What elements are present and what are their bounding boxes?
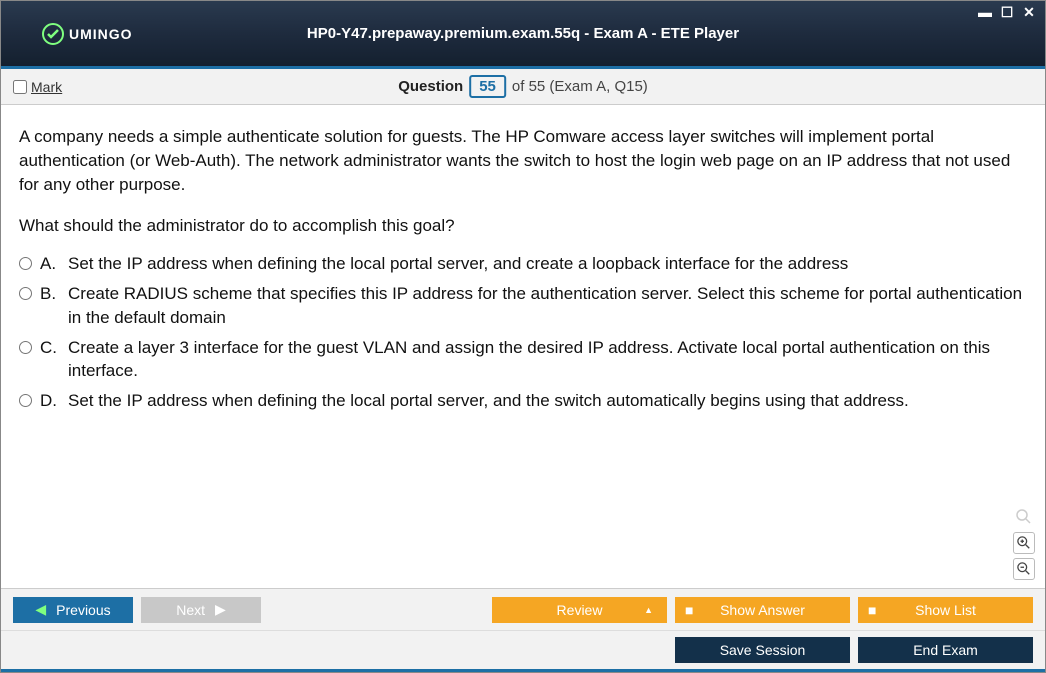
option-d-radio[interactable] xyxy=(19,394,32,407)
triangle-up-icon: ▲ xyxy=(644,605,653,615)
logo-check-icon xyxy=(41,22,65,46)
next-button[interactable]: Next▶ xyxy=(141,597,261,623)
option-a-radio[interactable] xyxy=(19,257,32,270)
review-button[interactable]: Review▲ xyxy=(492,597,667,623)
logo-text: UMINGO xyxy=(69,26,133,42)
show-list-button[interactable]: ■Show List xyxy=(858,597,1033,623)
mark-checkbox[interactable]: Mark xyxy=(13,79,62,95)
question-indicator: Question 55 of 55 (Exam A, Q15) xyxy=(398,75,648,98)
toolbar: Mark Question 55 of 55 (Exam A, Q15) xyxy=(1,69,1045,105)
zoom-out-icon[interactable] xyxy=(1013,558,1035,580)
chevron-right-icon: ▶ xyxy=(215,601,226,618)
options-list: A.Set the IP address when defining the l… xyxy=(19,252,1027,413)
option-a[interactable]: A.Set the IP address when defining the l… xyxy=(19,252,1027,276)
mark-label-underline: M xyxy=(31,79,43,95)
mark-label-rest: ark xyxy=(43,79,62,95)
mark-checkbox-input[interactable] xyxy=(13,80,27,94)
content-area: A company needs a simple authenticate so… xyxy=(1,105,1045,588)
previous-button[interactable]: ◀Previous xyxy=(13,597,133,623)
footer-session: Save Session End Exam xyxy=(1,630,1045,672)
option-c[interactable]: C.Create a layer 3 interface for the gue… xyxy=(19,336,1027,384)
question-number-box: 55 xyxy=(469,75,506,98)
window-controls: ▬ ☐ ✕ xyxy=(977,5,1037,19)
question-word: Question xyxy=(398,78,463,95)
maximize-icon[interactable]: ☐ xyxy=(999,5,1015,19)
save-session-button[interactable]: Save Session xyxy=(675,637,850,663)
square-icon: ■ xyxy=(685,602,693,618)
option-b[interactable]: B.Create RADIUS scheme that specifies th… xyxy=(19,282,1027,330)
option-c-radio[interactable] xyxy=(19,341,32,354)
option-b-radio[interactable] xyxy=(19,287,32,300)
window-title: HP0-Y47.prepaway.premium.exam.55q - Exam… xyxy=(307,25,739,42)
question-text: What should the administrator do to acco… xyxy=(19,214,1027,238)
logo: UMINGO xyxy=(41,22,133,46)
question-total: of 55 (Exam A, Q15) xyxy=(512,78,648,95)
question-prompt: A company needs a simple authenticate so… xyxy=(19,125,1027,196)
end-exam-button[interactable]: End Exam xyxy=(858,637,1033,663)
show-answer-button[interactable]: ■Show Answer xyxy=(675,597,850,623)
close-icon[interactable]: ✕ xyxy=(1021,5,1037,19)
zoom-tools xyxy=(1013,506,1035,580)
footer-nav: ◀Previous Next▶ Review▲ ■Show Answer ■Sh… xyxy=(1,588,1045,630)
titlebar: UMINGO HP0-Y47.prepaway.premium.exam.55q… xyxy=(1,1,1045,69)
chevron-left-icon: ◀ xyxy=(35,601,46,618)
search-icon[interactable] xyxy=(1013,506,1035,528)
option-d[interactable]: D.Set the IP address when defining the l… xyxy=(19,389,1027,413)
square-icon: ■ xyxy=(868,602,876,618)
minimize-icon[interactable]: ▬ xyxy=(977,5,993,19)
zoom-in-icon[interactable] xyxy=(1013,532,1035,554)
